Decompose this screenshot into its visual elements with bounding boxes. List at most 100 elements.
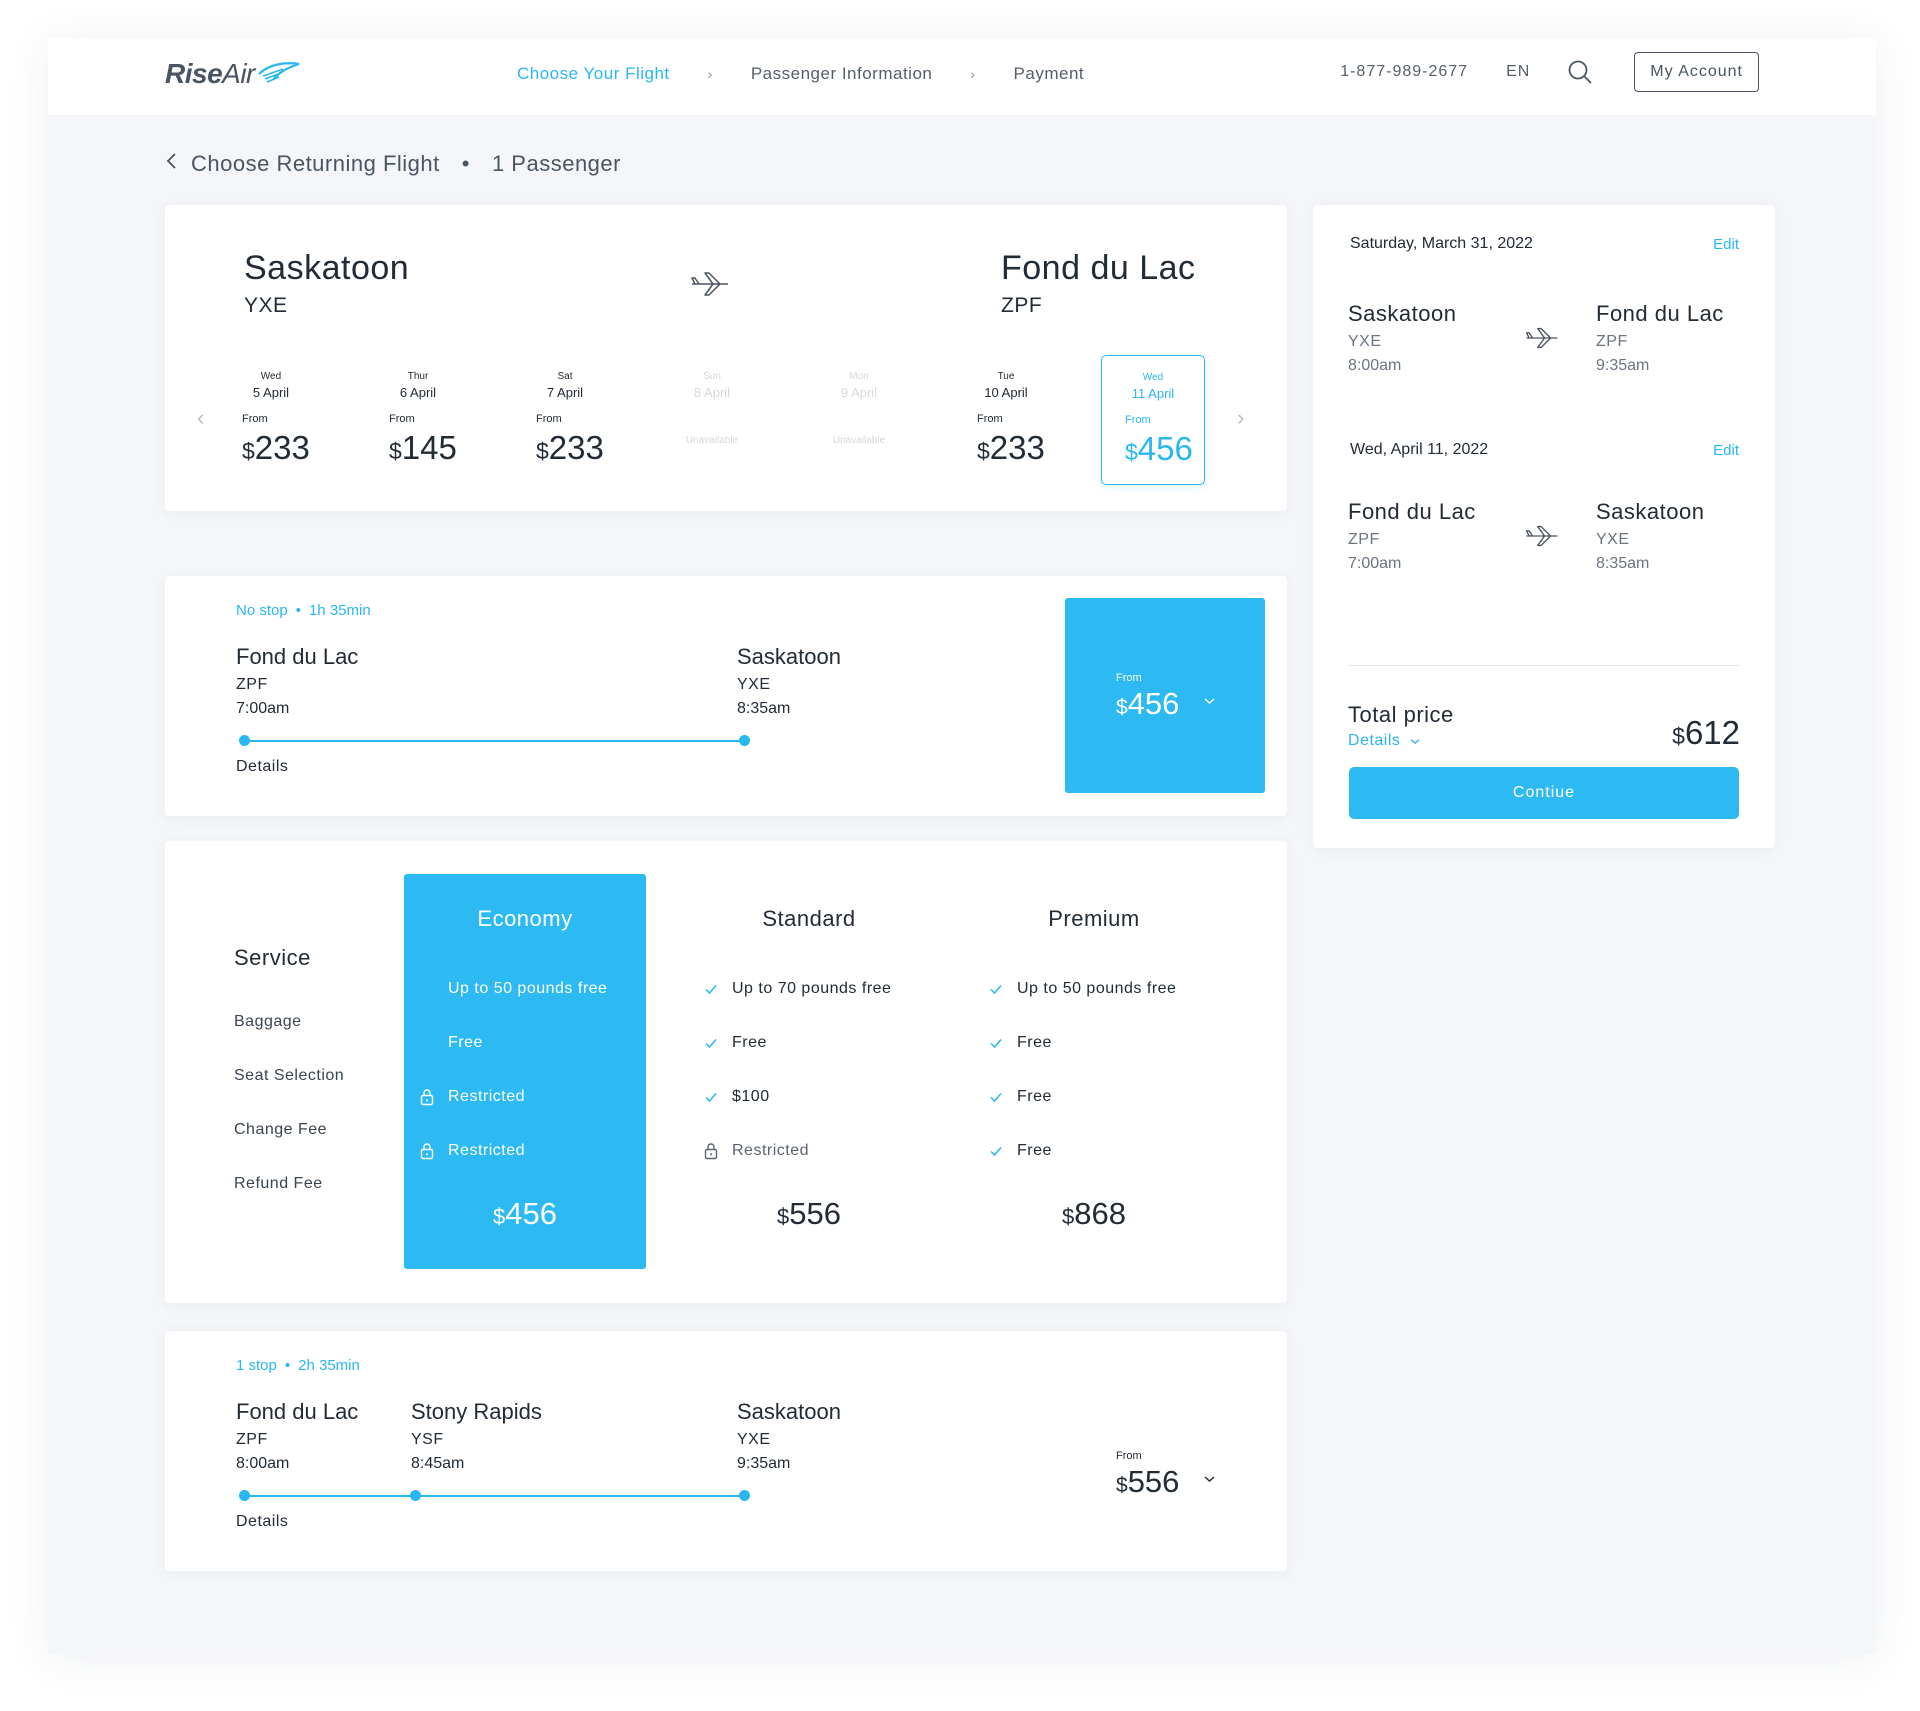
stop-time: 8:45am [411,1455,465,1472]
app-frame: RiseAir Choose Your Flight › Passenger I… [48,38,1876,1654]
fare-feature: Free [989,1034,1052,1052]
flight-price[interactable]: From $556 [1065,1353,1265,1548]
feature-text: Up to 70 pounds free [732,980,892,997]
date-price-value: 456 [1137,430,1193,467]
flight-duration: 2h 35min [298,1357,360,1374]
flight-details-link[interactable]: Details [236,1513,288,1531]
flight-via: Stony Rapids YSF 8:45am [411,1399,542,1473]
edit-outbound-link[interactable]: Edit [1713,236,1739,253]
check-icon [989,1035,1011,1051]
chevron-left-icon[interactable] [165,152,177,176]
fare-feature: Restricted [420,1088,525,1106]
search-icon[interactable] [1566,58,1594,86]
date-option[interactable]: Tue 10 April From $233 [954,355,1058,485]
date-day: 6 April [399,385,437,400]
date-price: $233 [977,429,1045,467]
chevron-left-icon[interactable]: ‹ [197,405,204,431]
flight-meta: No stop • 1h 35min [236,602,371,619]
outbound-segment: Saskatoon YXE 8:00am Fond du Lac ZPF 9:3… [1348,301,1740,377]
chevron-down-icon [1204,1472,1215,1486]
flight-price-amount: $556 [1116,1464,1179,1500]
stop-city: Saskatoon [737,644,841,669]
feature-text: Free [732,1034,767,1051]
flight-price: $456 [1116,686,1179,722]
date-day: 11 April [1131,386,1175,401]
fare-column-premium[interactable]: Premium Up to 50 pounds free Free Free F… [973,874,1215,1269]
segment-city: Fond du Lac [1348,499,1476,524]
summary-divider [1348,665,1740,666]
unavailable-label: Unavailable [685,435,739,446]
stop-time: 7:00am [236,700,290,717]
step-payment[interactable]: Payment [1014,64,1085,84]
flight-origin: Fond du Lac ZPF 8:00am [236,1399,358,1473]
date-option-selected[interactable]: Wed 11 April From $456 [1101,355,1205,485]
fare-column-standard[interactable]: Standard Up to 70 pounds free Free $100 … [688,874,930,1269]
stop-code: ZPF [236,676,268,693]
continue-button[interactable]: Contiue [1349,767,1739,819]
stop-code: YXE [737,1431,771,1448]
stop-city: Fond du Lac [236,1399,359,1424]
stop-time: 8:00am [236,1455,290,1472]
date-price-value: 233 [548,429,604,466]
service-title: Service [234,945,311,970]
fare-column-economy[interactable]: Economy Up to 50 pounds free Free Restri… [404,874,646,1269]
feature-text: Free [1017,1034,1052,1051]
segment-destination: Saskatoon YXE 8:35am [1596,499,1704,573]
edit-return-link[interactable]: Edit [1713,442,1739,459]
service-row-label: Seat Selection [234,1067,345,1084]
fare-name: Premium [1048,906,1140,931]
phone-number[interactable]: 1-877-989-2677 [1340,63,1468,81]
stop-code: ZPF [236,1431,268,1448]
separator-dot: • [461,151,470,176]
route-line [244,740,744,742]
outbound-date: Saturday, March 31, 2022 [1350,235,1533,252]
segment-code: YXE [1596,531,1630,548]
chevron-right-icon: › [707,66,713,82]
price-details-label: Details [1348,732,1401,749]
flight-price-value: 456 [1127,686,1180,721]
check-icon [704,1089,726,1105]
date-option[interactable]: Thur 6 April From $145 [366,355,470,485]
fare-name: Economy [477,906,573,931]
navbar: RiseAir Choose Your Flight › Passenger I… [48,38,1876,115]
feature-text: Free [1017,1142,1052,1159]
flight-price-value: 556 [1127,1464,1180,1499]
currency-symbol: $ [493,1204,506,1229]
chevron-down-icon [1410,739,1420,745]
stop-city: Fond du Lac [236,644,359,669]
feature-text: Up to 50 pounds free [448,980,608,997]
service-row-label: Change Fee [234,1121,328,1138]
date-from-label: From [1125,414,1151,426]
flight-details-link[interactable]: Details [236,758,288,776]
price-details-toggle[interactable]: Details [1348,732,1420,750]
stop-count: 1 stop [236,1357,277,1374]
total-price: $612 [1672,714,1740,752]
destination-code: ZPF [1001,294,1043,317]
service-row-label: Refund Fee [234,1175,323,1192]
fare-name: Standard [762,906,856,931]
step-passenger-info[interactable]: Passenger Information [751,64,933,84]
language-selector[interactable]: EN [1506,63,1530,81]
fare-price-value: 868 [1074,1196,1126,1231]
brand-name-a: Rise [165,58,223,89]
date-price: $233 [536,429,604,467]
flight-option[interactable]: No stop • 1h 35min Fond du Lac ZPF 7:00am … [165,576,1287,816]
fare-feature: Free [420,1034,483,1052]
separator-dot: • [295,602,301,619]
date-weekday: Thur [407,371,429,382]
flight-option[interactable]: 1 stop • 2h 35min Fond du Lac ZPF 8:00am S… [165,1331,1287,1571]
my-account-button[interactable]: My Account [1634,52,1759,92]
date-weekday: Wed [260,371,282,382]
brand-name-b: Air [222,58,255,89]
feature-text: Restricted [732,1142,810,1159]
chevron-right-icon[interactable]: › [1237,405,1244,431]
currency-symbol: $ [1672,723,1685,749]
flight-price-selected[interactable]: From $456 [1065,598,1265,793]
feature-text: Restricted [448,1088,526,1105]
stop-code: YXE [737,676,771,693]
step-choose-flight[interactable]: Choose Your Flight [517,64,670,84]
date-option[interactable]: Sat 7 April From $233 [513,355,617,485]
brand-logo[interactable]: RiseAir [165,58,301,90]
date-option[interactable]: Wed 5 April From $233 [219,355,323,485]
check-icon [704,981,726,997]
